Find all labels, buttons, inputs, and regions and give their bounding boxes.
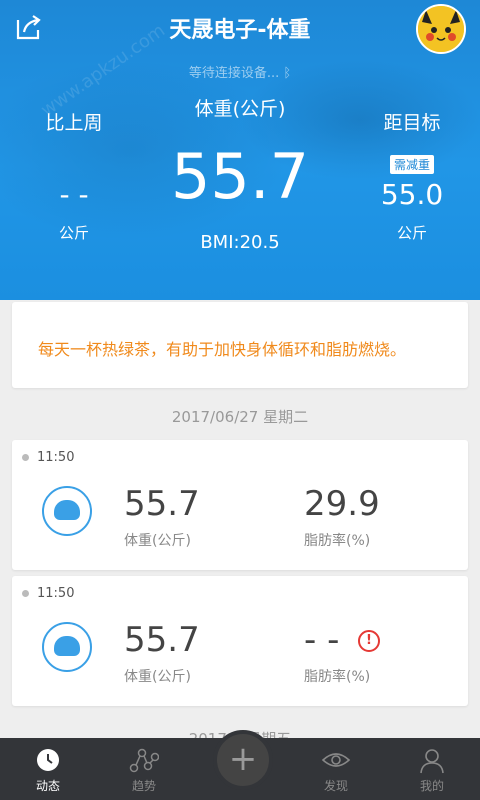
record-weight: 55.7 — [124, 484, 200, 524]
record-card[interactable]: 11:50 55.7 体重(公斤) - - ! 脂肪率(%) — [12, 576, 468, 706]
trend-icon — [129, 748, 159, 773]
record-card[interactable]: 11:50 55.7 体重(公斤) 29.9 脂肪率(%) — [12, 440, 468, 570]
scale-icon — [42, 486, 92, 536]
add-record-button[interactable]: + — [213, 730, 273, 790]
nav-item-dynamics[interactable]: 动态 — [0, 738, 96, 800]
record-fat-label: 脂肪率(%) — [304, 669, 371, 685]
warning-icon[interactable]: ! — [358, 630, 380, 652]
connection-status: 等待连接设备... ᛒ — [188, 66, 292, 81]
record-fat: 29.9 — [304, 484, 380, 524]
header: 天晟电子-体重 等待连接设备... ᛒ 比上周 体重(公斤) 距目标 - - 公… — [0, 0, 480, 300]
nav-label: 我的 — [419, 779, 444, 793]
nav-item-discover[interactable]: 发现 — [288, 738, 384, 800]
record-time: 11:50 — [37, 586, 75, 601]
nav-item-profile[interactable]: 我的 — [384, 738, 480, 800]
goal-value: 55.0 — [380, 178, 444, 211]
clock-icon — [37, 749, 59, 771]
record-time: 11:50 — [37, 450, 75, 465]
record-fat-label: 脂肪率(%) — [304, 533, 371, 549]
date-header: 2017/06/27 星期二 — [171, 408, 309, 426]
record-weight-label: 体重(公斤) — [124, 533, 191, 549]
nav-item-trend[interactable]: 趋势 — [96, 738, 192, 800]
record-weight: 55.7 — [124, 620, 200, 660]
avatar[interactable] — [416, 4, 466, 54]
nav-label: 动态 — [35, 779, 60, 793]
tip-card[interactable]: 每天一杯热绿茶，有助于加快身体循环和脂肪燃烧。 — [12, 302, 468, 388]
add-icon: + — [228, 739, 258, 779]
clock-dot-icon — [22, 454, 29, 461]
clock-dot-icon — [22, 590, 29, 597]
tip-text: 每天一杯热绿茶，有助于加快身体循环和脂肪燃烧。 — [38, 340, 407, 359]
goal-badge: 需减重 — [389, 155, 434, 174]
user-icon — [420, 749, 444, 774]
eye-icon — [321, 753, 351, 767]
scale-icon — [42, 622, 92, 672]
app-title: 天晟电子-体重 — [169, 18, 311, 43]
nav-label: 趋势 — [131, 779, 156, 793]
goal-unit: 公斤 — [396, 224, 427, 242]
record-weight-label: 体重(公斤) — [124, 669, 191, 685]
record-fat: - - — [304, 620, 340, 660]
goal-label: 距目标 — [383, 112, 441, 134]
bluetooth-icon: ᛒ — [283, 66, 292, 81]
nav-label: 发现 — [323, 779, 348, 793]
